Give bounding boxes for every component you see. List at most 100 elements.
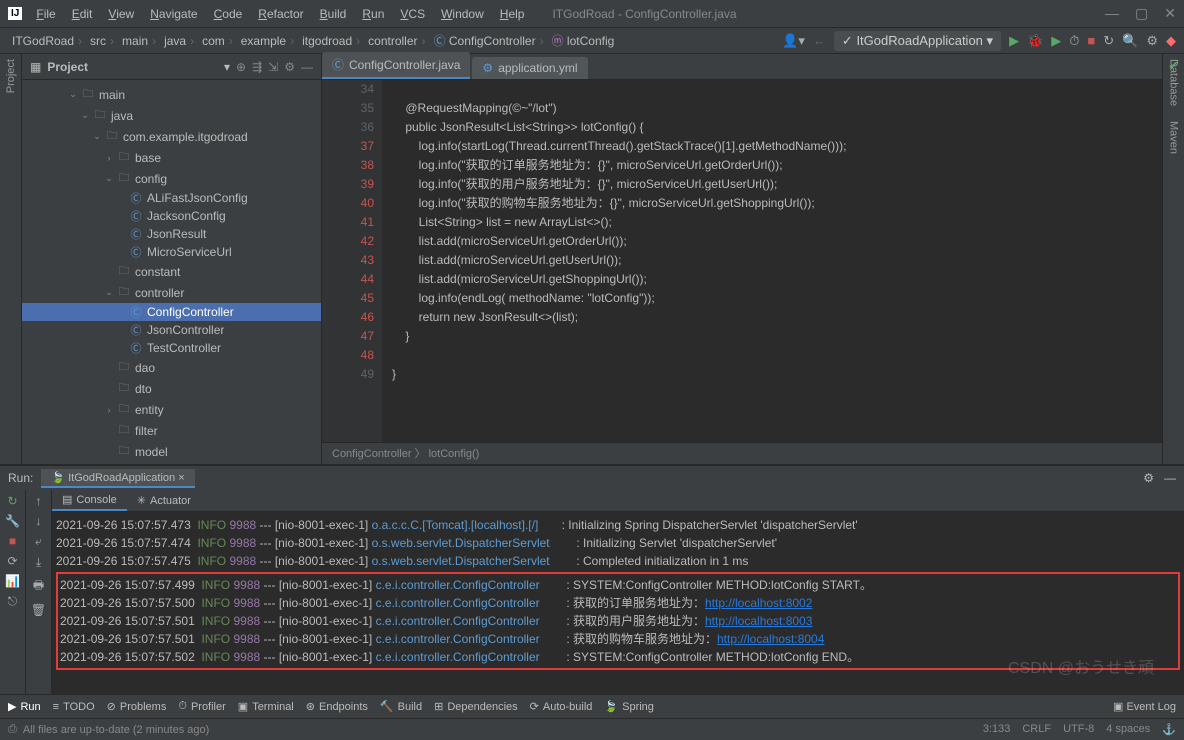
settings-icon[interactable]: ⚙ bbox=[1146, 33, 1158, 49]
menu-run[interactable]: Run bbox=[354, 7, 392, 21]
deps-bottom-tab[interactable]: ⊞ Dependencies bbox=[434, 700, 518, 713]
menu-file[interactable]: File bbox=[28, 7, 63, 21]
scroll-icon[interactable]: ⤓ bbox=[36, 555, 41, 570]
tree-item-constant[interactable]: 🗀constant bbox=[22, 261, 321, 282]
back-icon[interactable]: ← bbox=[813, 33, 826, 48]
expand-icon[interactable]: ⇲ bbox=[268, 60, 278, 74]
tree-item-dao[interactable]: 🗀dao bbox=[22, 357, 321, 378]
user-icon[interactable]: 👤▾ bbox=[782, 33, 805, 49]
build-bottom-tab[interactable]: 🔨 Build bbox=[380, 700, 422, 713]
todo-bottom-tab[interactable]: ≡ TODO bbox=[53, 701, 95, 713]
stop-icon[interactable]: ■ bbox=[9, 534, 16, 548]
down-icon[interactable]: ↓ bbox=[36, 514, 42, 528]
crumb-6[interactable]: itgodroad bbox=[298, 34, 364, 48]
tree-item-JsonController[interactable]: ⒸJsonController bbox=[22, 321, 321, 339]
crumb-2[interactable]: main bbox=[118, 34, 160, 48]
breadcrumbs[interactable]: ITGodRoadsrcmainjavacomexampleitgodroadc… bbox=[8, 32, 782, 49]
tree-item-entity[interactable]: ›🗀entity bbox=[22, 399, 321, 420]
clear-icon[interactable]: 🗑 bbox=[31, 603, 46, 617]
actuator-tab[interactable]: ✳ Actuator bbox=[127, 490, 201, 511]
hide-icon[interactable]: — bbox=[301, 60, 313, 74]
tree-item-main[interactable]: ⌄🗀main bbox=[22, 84, 321, 105]
tab-ConfigController.java[interactable]: ⒸConfigController.java bbox=[322, 52, 470, 79]
menu-refactor[interactable]: Refactor bbox=[250, 7, 311, 21]
vcs-status-icon[interactable]: ⎙ bbox=[8, 723, 17, 736]
run-tab-app[interactable]: 🍃 ItGodRoadApplication × bbox=[41, 469, 194, 488]
tree-item-dto[interactable]: 🗀dto bbox=[22, 378, 321, 399]
run-icon[interactable]: ▶ bbox=[1009, 33, 1019, 49]
maven-tool-button[interactable]: Maven bbox=[1168, 121, 1180, 154]
run-config[interactable]: ✓ ItGodRoadApplication ▾ bbox=[834, 31, 1001, 51]
lock-icon[interactable]: ⚓ bbox=[1162, 723, 1176, 736]
minimize-icon[interactable]: — bbox=[1105, 5, 1119, 22]
tree-item-service[interactable]: 🗀service bbox=[22, 462, 321, 464]
exit-icon[interactable]: ⎋ bbox=[8, 594, 18, 609]
tree-item-model[interactable]: 🗀model bbox=[22, 441, 321, 462]
code-editor[interactable]: @RequestMapping(©~"/lot") public JsonRes… bbox=[382, 80, 1184, 442]
editor-breadcrumb[interactable]: ConfigController 〉 lotConfig() bbox=[322, 442, 1184, 464]
tree-item-TestController[interactable]: ⒸTestController bbox=[22, 339, 321, 357]
indent[interactable]: 4 spaces bbox=[1106, 723, 1150, 736]
menu-view[interactable]: View bbox=[100, 7, 142, 21]
close-icon[interactable]: ✕ bbox=[1164, 5, 1176, 22]
encoding[interactable]: UTF-8 bbox=[1063, 723, 1094, 736]
tree-item-com.example.itgodroad[interactable]: ⌄🗀com.example.itgodroad bbox=[22, 126, 321, 147]
crumb-5[interactable]: example bbox=[237, 34, 298, 48]
inspection-status-icon[interactable]: ✔ bbox=[1168, 58, 1179, 74]
tree-item-filter[interactable]: 🗀filter bbox=[22, 420, 321, 441]
menu-help[interactable]: Help bbox=[492, 7, 533, 21]
menu-build[interactable]: Build bbox=[312, 7, 355, 21]
tree-item-ConfigController[interactable]: ⒸConfigController bbox=[22, 303, 321, 321]
profile-icon[interactable]: ⏱ bbox=[1069, 33, 1079, 49]
debug-icon[interactable]: 🐞 bbox=[1027, 33, 1043, 49]
tree-item-controller[interactable]: ⌄🗀controller bbox=[22, 282, 321, 303]
hide-panel-icon[interactable]: — bbox=[1164, 471, 1176, 485]
tree-item-ALiFastJsonConfig[interactable]: ⒸALiFastJsonConfig bbox=[22, 189, 321, 207]
print-icon[interactable]: 🖶 bbox=[33, 576, 44, 597]
caret-position[interactable]: 3:133 bbox=[983, 723, 1011, 736]
tree-item-JsonResult[interactable]: ⒸJsonResult bbox=[22, 225, 321, 243]
menu-edit[interactable]: Edit bbox=[64, 7, 101, 21]
crumb-9[interactable]: ⓜ lotConfig bbox=[548, 32, 619, 49]
tab-application.yml[interactable]: ⚙application.yml bbox=[472, 57, 587, 79]
dump-icon[interactable]: 📊 bbox=[5, 574, 20, 588]
settings-icon[interactable]: ⚙ bbox=[284, 60, 295, 74]
stop-icon[interactable]: ■ bbox=[1087, 33, 1095, 48]
profiler-bottom-tab[interactable]: ⏱ Profiler bbox=[178, 700, 225, 713]
crumb-7[interactable]: controller bbox=[364, 34, 429, 48]
project-tree[interactable]: ⌄🗀main⌄🗀java⌄🗀com.example.itgodroad›🗀bas… bbox=[22, 80, 321, 464]
crumb-3[interactable]: java bbox=[160, 34, 198, 48]
search-icon[interactable]: 🔍 bbox=[1122, 33, 1138, 49]
console-tab[interactable]: ▤ Console bbox=[52, 490, 127, 511]
crumb-1[interactable]: src bbox=[86, 34, 118, 48]
tree-item-base[interactable]: ›🗀base bbox=[22, 147, 321, 168]
restart-icon[interactable]: ⟳ bbox=[7, 554, 17, 568]
run-settings-icon[interactable]: ⚙ bbox=[1143, 471, 1154, 485]
up-icon[interactable]: ↑ bbox=[36, 494, 42, 508]
scope-dropdown[interactable]: ▾ bbox=[224, 60, 230, 74]
collapse-icon[interactable]: ⇶ bbox=[252, 60, 262, 74]
tool-icon[interactable]: 🔧 bbox=[5, 514, 20, 528]
tree-item-config[interactable]: ⌄🗀config bbox=[22, 168, 321, 189]
editor-gutter[interactable]: 34353637383940414243444546474849 bbox=[322, 80, 382, 442]
tree-item-java[interactable]: ⌄🗀java bbox=[22, 105, 321, 126]
console-output[interactable]: 2021-09-26 15:07:57.473 INFO 9988 --- [n… bbox=[52, 512, 1184, 694]
project-tool-button[interactable]: Project bbox=[5, 59, 17, 93]
spring-bottom-tab[interactable]: 🍃 Spring bbox=[604, 700, 654, 713]
menu-navigate[interactable]: Navigate bbox=[142, 7, 205, 21]
tree-item-JacksonConfig[interactable]: ⒸJacksonConfig bbox=[22, 207, 321, 225]
jetbrains-icon[interactable]: ◆ bbox=[1166, 33, 1176, 49]
autobuild-bottom-tab[interactable]: ⟳ Auto-build bbox=[530, 700, 593, 713]
menu-code[interactable]: Code bbox=[206, 7, 251, 21]
crumb-4[interactable]: com bbox=[198, 34, 237, 48]
update-icon[interactable]: ↻ bbox=[1103, 33, 1114, 49]
crumb-0[interactable]: ITGodRoad bbox=[8, 34, 86, 48]
problems-bottom-tab[interactable]: ⊘ Problems bbox=[107, 700, 167, 713]
line-sep[interactable]: CRLF bbox=[1022, 723, 1051, 736]
tree-item-MicroServiceUrl[interactable]: ⒸMicroServiceUrl bbox=[22, 243, 321, 261]
event-log-button[interactable]: ▣ Event Log bbox=[1113, 700, 1176, 713]
coverage-icon[interactable]: ▶ bbox=[1051, 33, 1061, 49]
wrap-icon[interactable]: ⤶ bbox=[35, 534, 42, 549]
crumb-8[interactable]: Ⓒ ConfigController bbox=[430, 32, 548, 49]
maximize-icon[interactable]: ▢ bbox=[1135, 5, 1148, 22]
